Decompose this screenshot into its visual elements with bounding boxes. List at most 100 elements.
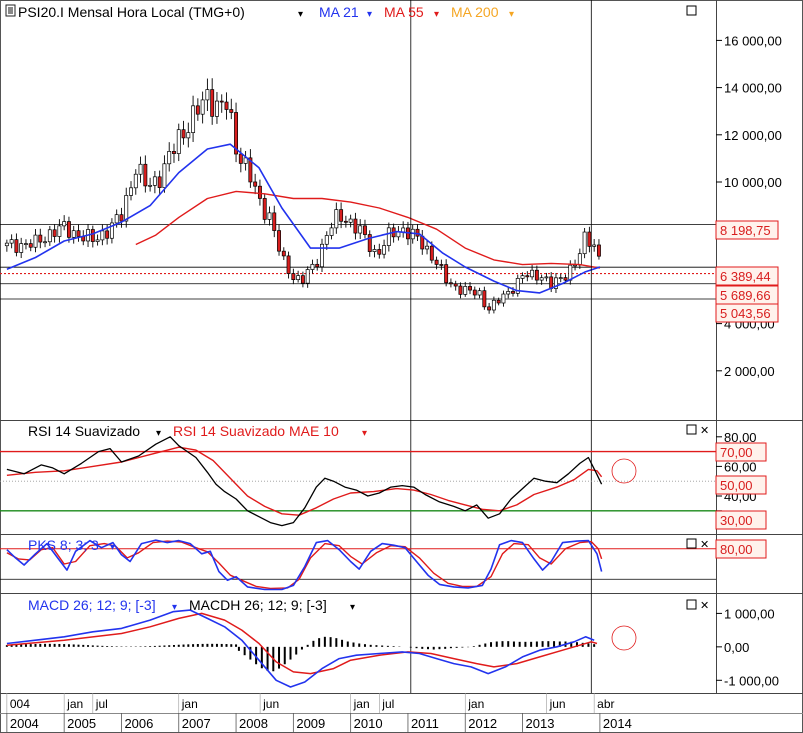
candle-down: [363, 225, 367, 235]
candle-down: [272, 212, 277, 231]
year-label: 2012: [468, 716, 497, 731]
candle-down: [534, 269, 539, 281]
candle-up: [501, 293, 506, 304]
rsi-maximize-icon[interactable]: [686, 424, 697, 435]
pks-title[interactable]: PKS 8; 3; 3: [28, 537, 99, 553]
candle-up: [191, 105, 196, 133]
price-maximize-icon[interactable]: [686, 5, 697, 16]
candle-up: [57, 225, 62, 237]
candle-down: [343, 220, 348, 223]
candle-down: [14, 239, 19, 253]
ma200-dropdown-icon[interactable]: ▾: [509, 9, 514, 20]
macd-header: MACD 26; 12; 9; [-3] ▾ MACDH 26; 12; 9; …: [28, 597, 355, 613]
candle-down: [143, 163, 148, 187]
candle-up: [577, 253, 582, 266]
candle-up: [33, 234, 38, 248]
candle-up: [167, 151, 172, 165]
rsi-close-icon[interactable]: ✕: [700, 425, 709, 437]
chart-canvas: 2 000,004 000,006 000,008 000,0010 000,0…: [0, 0, 803, 733]
candle-up: [358, 225, 363, 234]
svg-text:30,00: 30,00: [720, 513, 753, 528]
year-label: 2011: [411, 716, 439, 731]
candle-up: [4, 242, 9, 247]
price-tick-label: 10 000,00: [724, 175, 782, 190]
ma55-legend[interactable]: MA 55: [384, 4, 424, 20]
macd-dropdown-icon[interactable]: ▾: [172, 602, 177, 613]
candle-up: [296, 275, 301, 281]
candle-down: [472, 289, 477, 296]
candle-up: [425, 245, 429, 250]
year-label: 2013: [526, 716, 555, 731]
pks-close-icon[interactable]: ✕: [700, 539, 709, 551]
macdh-title[interactable]: MACDH 26; 12; 9; [-3]: [189, 597, 327, 613]
candle-up: [568, 264, 573, 281]
instrument-title: PSI20.I Mensal Hora Local (TMG+0): [18, 4, 245, 20]
candle-down: [224, 101, 229, 110]
candle-up: [215, 100, 219, 117]
candle-up: [477, 290, 482, 296]
pks-maximize-icon[interactable]: [686, 538, 697, 549]
ma21-legend[interactable]: MA 21: [319, 4, 359, 20]
price-tick-label: 2 000,00: [724, 364, 775, 379]
candle-down: [453, 283, 458, 287]
candle-up: [24, 243, 28, 245]
candle-up: [305, 269, 310, 284]
year-label: 2004: [10, 716, 39, 731]
candle-down: [444, 264, 449, 284]
year-label: 2014: [603, 716, 632, 731]
title-dropdown-icon[interactable]: ▾: [298, 9, 303, 20]
candle-up: [100, 230, 105, 241]
candle-up: [329, 227, 334, 236]
candle-up: [582, 231, 587, 255]
year-label: 2008: [239, 716, 268, 731]
candle-down: [300, 275, 305, 284]
svg-text:70,00: 70,00: [720, 445, 753, 460]
year-label: 2009: [296, 716, 325, 731]
pks-dropdown-icon[interactable]: ▾: [110, 542, 115, 553]
candle-up: [592, 244, 597, 247]
pks-tag-80: 80,00: [715, 539, 767, 559]
macd-maximize-icon[interactable]: [686, 599, 697, 610]
rsi-title[interactable]: RSI 14 Suavizado: [28, 423, 140, 439]
ma55-dropdown-icon[interactable]: ▾: [434, 9, 439, 20]
candle-down: [105, 230, 110, 239]
rsi-mae-title[interactable]: RSI 14 Suavizado MAE 10: [173, 423, 339, 439]
price-tick-label: 12 000,00: [724, 128, 782, 143]
candle-down: [315, 263, 320, 268]
candle-up: [71, 230, 76, 238]
candle-down: [377, 249, 382, 255]
candle-up: [9, 239, 14, 244]
svg-text:50,00: 50,00: [720, 478, 753, 493]
candle-down: [415, 228, 420, 237]
ma21-dropdown-icon[interactable]: ▾: [367, 9, 372, 20]
candle-down: [549, 276, 554, 289]
candle-down: [563, 277, 568, 281]
candle-up: [530, 269, 535, 278]
rsi-dropdown-icon[interactable]: ▾: [156, 428, 161, 439]
candle-up: [176, 129, 181, 154]
candle-down: [210, 89, 215, 117]
candle-up: [186, 132, 191, 139]
month-label: jan: [66, 697, 83, 711]
rsi-mae-dropdown-icon[interactable]: ▾: [362, 428, 367, 439]
macdh-dropdown-icon[interactable]: ▾: [350, 602, 355, 613]
candle-up: [539, 277, 544, 281]
candle-up: [47, 229, 52, 243]
price-tag-5689: 5 689,66: [715, 285, 779, 305]
chart-frame: [0, 0, 803, 733]
rsi-header: RSI 14 Suavizado ▾ RSI 14 Suavizado MAE …: [28, 423, 367, 439]
candle-down: [257, 185, 262, 199]
candle-up: [114, 214, 119, 224]
candle-up: [310, 263, 315, 270]
candle-down: [195, 105, 200, 115]
candle-down: [291, 273, 296, 281]
macd-close-icon[interactable]: ✕: [700, 600, 709, 612]
ma200-legend[interactable]: MA 200: [451, 4, 499, 20]
candle-down: [262, 198, 267, 220]
candle-up: [348, 218, 353, 223]
candle-down: [468, 286, 472, 291]
month-label: jan: [181, 697, 198, 711]
svg-text:80,00: 80,00: [720, 542, 753, 557]
candle-up: [129, 187, 133, 196]
macd-title[interactable]: MACD 26; 12; 9; [-3]: [28, 597, 156, 613]
